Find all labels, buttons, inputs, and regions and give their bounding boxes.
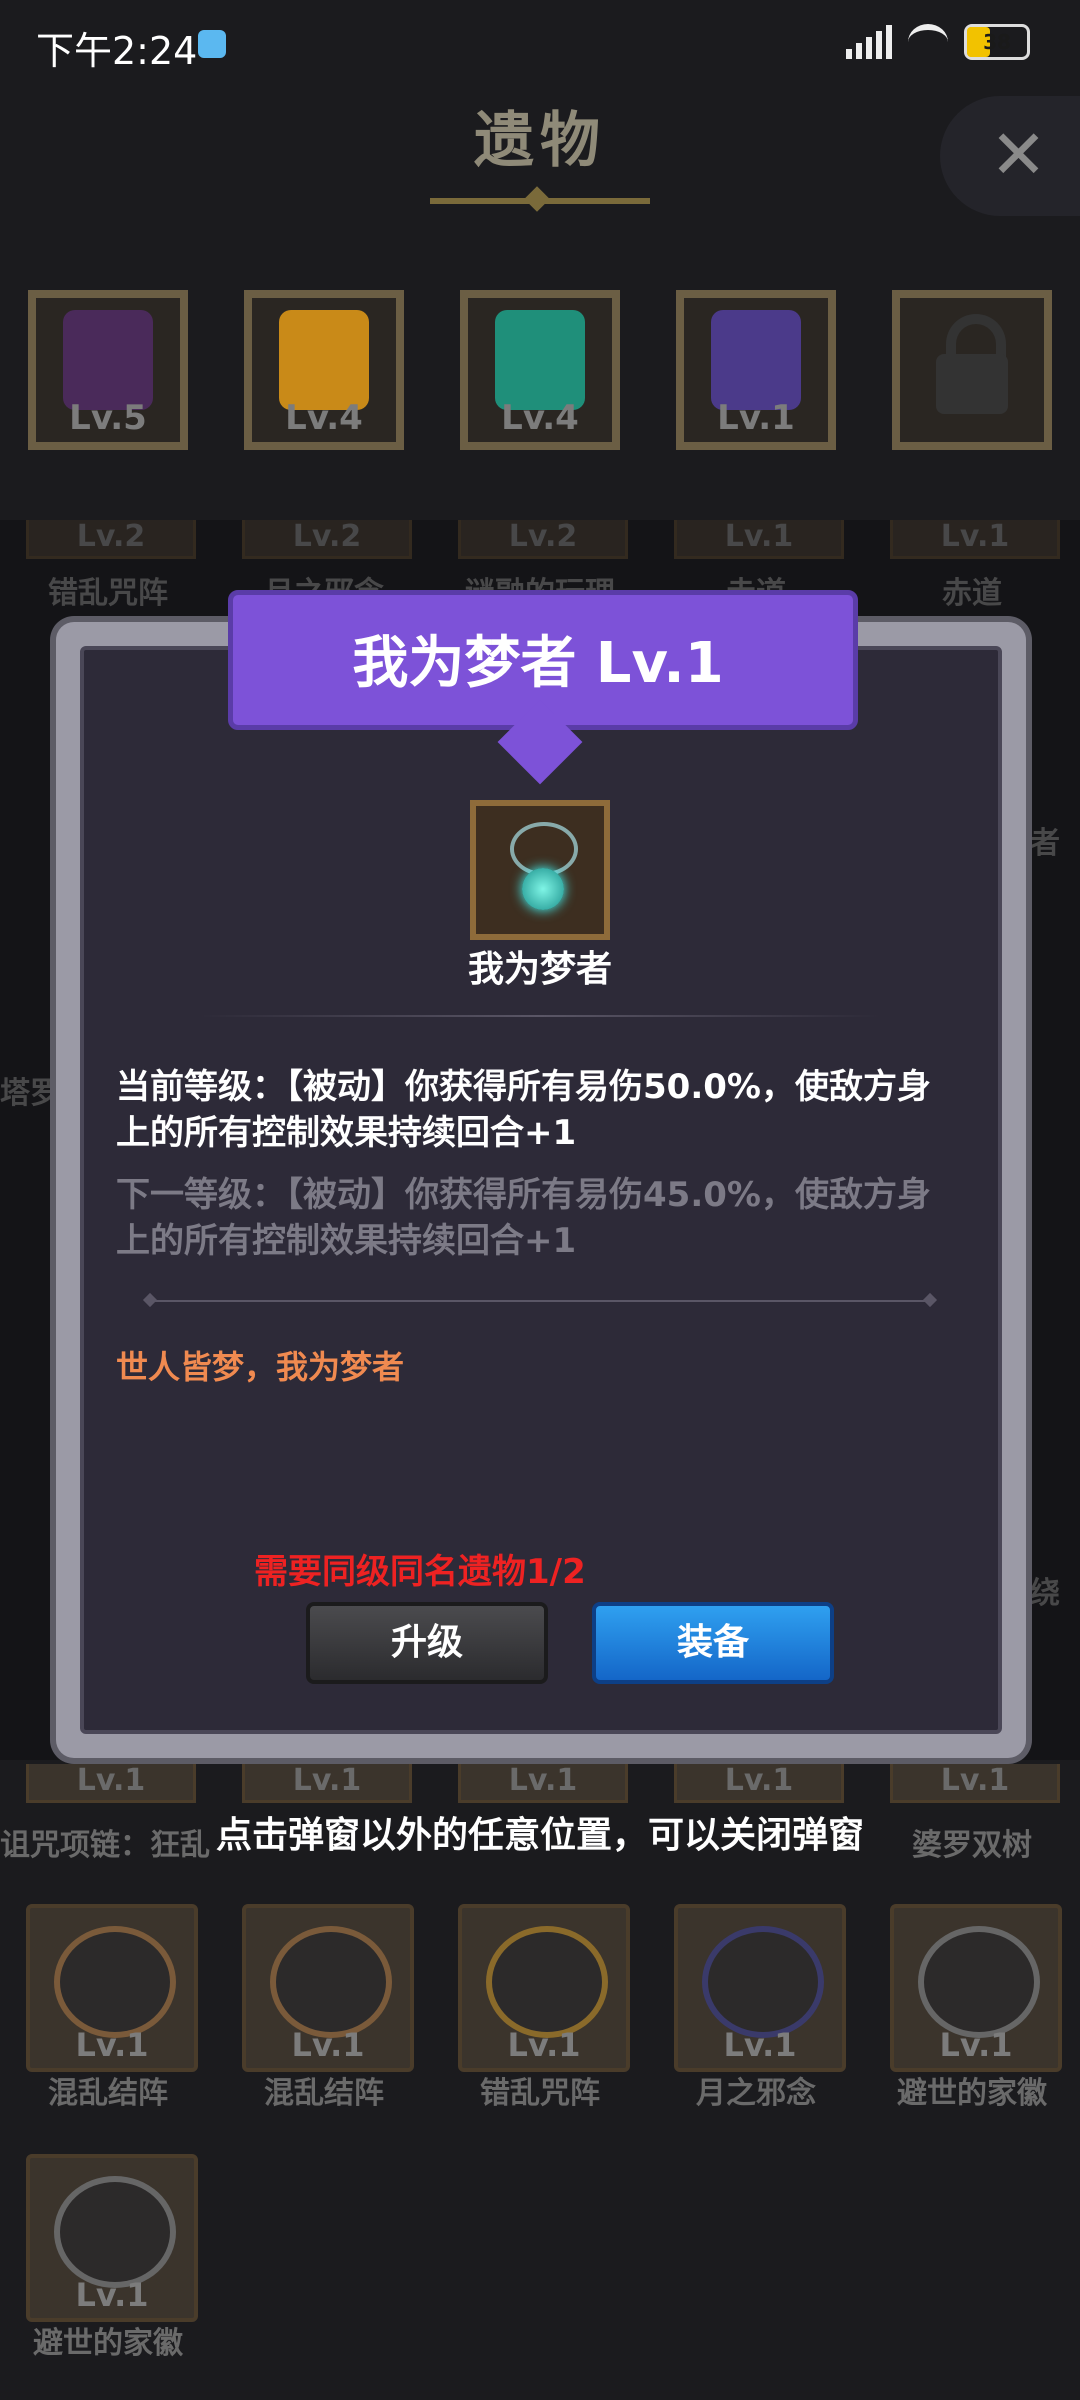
battery-level: 38 [983, 30, 1011, 54]
equip-button[interactable]: 装备 [592, 1602, 834, 1684]
close-hint: 点击弹窗以外的任意位置，可以关闭弹窗 [215, 1815, 864, 1856]
relic-art [918, 1926, 1040, 2038]
relic-art [54, 1926, 176, 2038]
purple-crystal-icon [711, 310, 801, 410]
next-level-effect: 下一等级：【被动】你获得所有易伤45.0%，使敌方身上的所有控制效果持续回合+1 [116, 1175, 931, 1261]
amber-gem-icon [279, 310, 369, 410]
slot-level: Lv.4 [285, 398, 363, 438]
relic-level: Lv.1 [242, 1764, 412, 1803]
relic-name: 月之邪念 [696, 2076, 816, 2111]
relic-art [702, 1926, 824, 2038]
relic-art [54, 2176, 176, 2288]
relic-level: Lv.1 [291, 2026, 365, 2064]
upgrade-button[interactable]: 升级 [306, 1602, 548, 1684]
relic-tile[interactable]: Lv.1 [26, 2154, 198, 2322]
equipped-slot-3[interactable]: Lv.4 [450, 280, 630, 460]
relic-name: 避世的家徽 [897, 2076, 1047, 2111]
teal-crystal-icon [495, 310, 585, 410]
relic-level: Lv.1 [890, 1764, 1060, 1803]
current-level-effect: 当前等级：【被动】你获得所有易伤50.0%，使敌方身上的所有控制效果持续回合+1 [116, 1067, 931, 1153]
relic-name: 混乱结阵 [264, 2076, 384, 2111]
divider [150, 1300, 930, 1302]
equipped-slot-4[interactable]: Lv.1 [666, 280, 846, 460]
slot-level: Lv.1 [717, 398, 795, 438]
relic-art [270, 1926, 392, 2038]
relic-level: Lv.1 [26, 1764, 196, 1803]
divider [200, 1015, 880, 1017]
relic-level: Lv.1 [75, 2026, 149, 2064]
flavor-text: 世人皆梦，我为梦者 [116, 1348, 405, 1386]
app-notification-icon [198, 30, 226, 58]
relic-level: Lv.1 [723, 2026, 797, 2064]
pendant-relic-icon [470, 800, 610, 940]
lock-body [936, 354, 1008, 414]
relic-level: Lv.1 [939, 2026, 1013, 2064]
slot-level: Lv.5 [69, 398, 147, 438]
status-icons: 38 [846, 24, 1030, 60]
title-ornament [430, 198, 650, 204]
relic-tile[interactable]: Lv.1 [674, 1904, 846, 2072]
upgrade-requirement: 需要同级同名遗物1/2 [254, 1552, 586, 1592]
relic-name: 避世的家徽 [33, 2326, 183, 2361]
relic-level: Lv.1 [674, 1764, 844, 1803]
close-button[interactable]: ✕ [940, 96, 1080, 216]
signal-icon [846, 25, 892, 59]
slot-level: Lv.4 [501, 398, 579, 438]
dialog-title: 我为梦者 Lv.1 [352, 631, 724, 696]
relic-level: Lv.1 [507, 2026, 581, 2064]
wifi-icon [908, 24, 948, 60]
pendant-gem [522, 868, 564, 910]
close-icon: ✕ [990, 116, 1047, 195]
scythe-relic-icon [63, 310, 153, 410]
status-time: 下午2:24 [36, 29, 198, 73]
relic-tile[interactable]: Lv.1 [26, 1904, 198, 2072]
battery-icon: 38 [964, 24, 1030, 60]
relic-level: Lv.1 [75, 2276, 149, 2314]
relic-name: 混乱结阵 [48, 2076, 168, 2111]
status-bar: 下午2:24 38 [0, 0, 1080, 90]
relic-tile[interactable]: Lv.1 [458, 1904, 630, 2072]
relic-tile[interactable]: Lv.1 [890, 1904, 1062, 2072]
equipped-slot-1[interactable]: Lv.5 [18, 280, 198, 460]
equipped-slot-2[interactable]: Lv.4 [234, 280, 414, 460]
relic-art [486, 1926, 608, 2038]
relic-tile[interactable]: Lv.1 [242, 1904, 414, 2072]
relic-name: 错乱咒阵 [480, 2076, 600, 2111]
equipped-slot-locked[interactable] [882, 280, 1062, 460]
page-title: 遗物 [474, 106, 606, 176]
item-name: 我为梦者 [467, 949, 612, 990]
relic-level: Lv.1 [458, 1764, 628, 1803]
